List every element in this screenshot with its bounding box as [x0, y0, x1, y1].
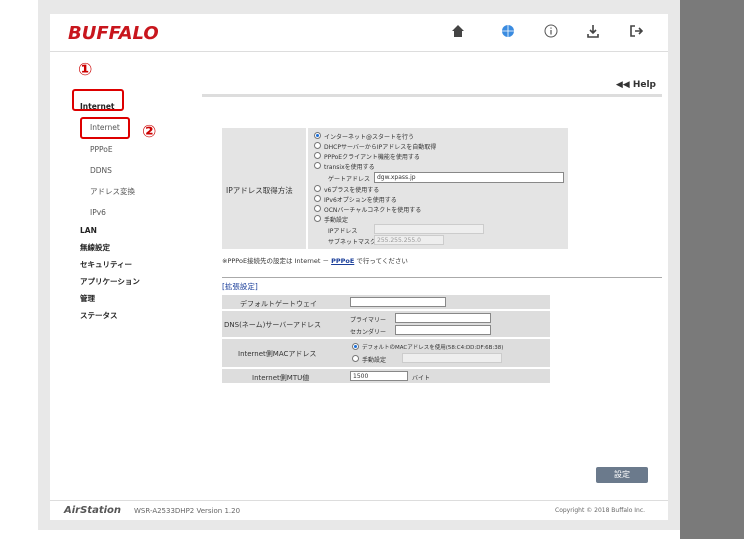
subnet-label: サブネットマスク — [328, 239, 377, 246]
radio-mac-default[interactable] — [352, 343, 359, 350]
main-panel: ① ◀◀ Help Internet ② Internet PPPoE DDNS… — [50, 52, 668, 520]
pppoe-note: ※PPPoE接続先の設定は Internet － PPPoE で行ってください — [222, 257, 408, 265]
buffalo-logo: BUFFALO — [68, 23, 159, 44]
sidebar-item-nat[interactable]: アドレス変換 — [90, 186, 135, 197]
sidebar-item-internet[interactable]: Internet — [90, 123, 120, 132]
sidebar-group-security[interactable]: セキュリティー — [80, 259, 132, 270]
radio-v6plus[interactable] — [314, 185, 321, 192]
mtu-input[interactable]: 1500 — [350, 371, 408, 381]
radio-ocn[interactable] — [314, 205, 321, 212]
radio-mac-manual[interactable] — [352, 355, 359, 362]
radio-pppoe[interactable] — [314, 152, 321, 159]
subnet-select[interactable]: 255.255.255.0 — [374, 235, 444, 245]
right-border — [680, 0, 744, 539]
mtu-label: Internet側MTU値 — [252, 374, 310, 382]
option-label: transixを使用する — [324, 164, 375, 171]
primary-dns-input[interactable] — [395, 313, 491, 323]
logout-icon[interactable] — [626, 24, 646, 44]
sidebar-item-pppoe[interactable]: PPPoE — [90, 145, 113, 154]
dns-label: DNS(ネーム)サーバーアドレス — [224, 321, 321, 329]
sidebar-group-wireless[interactable]: 無線設定 — [80, 242, 110, 253]
ip-address-label: IPアドレス — [328, 228, 358, 235]
copyright: Copyright © 2018 Buffalo Inc. — [555, 507, 646, 514]
mac-manual-input[interactable] — [402, 353, 502, 363]
option-label: インターネット@スタートを行う — [324, 134, 415, 141]
radio-transix[interactable] — [314, 162, 321, 169]
left-border — [0, 0, 38, 539]
secondary-dns-input[interactable] — [395, 325, 491, 335]
option-label: DHCPサーバーからIPアドレスを自動取得 — [324, 144, 437, 151]
download-icon[interactable] — [583, 24, 603, 44]
radio-dhcp[interactable] — [314, 142, 321, 149]
model-version: WSR-A2533DHP2 Version 1.20 — [134, 507, 241, 515]
option-label: PPPoEクライアント機能を使用する — [324, 154, 420, 161]
default-gateway-input[interactable] — [350, 297, 446, 307]
secondary-label: セカンダリー — [350, 329, 387, 336]
mac-default-label: デフォルトのMACアドレスを使用(58:C4:DD:DF:6B:38) — [362, 345, 504, 351]
info-icon[interactable] — [541, 24, 561, 44]
home-icon[interactable] — [448, 24, 468, 44]
marker-two: ② — [142, 122, 157, 142]
extended-settings-title: [拡張設定] — [222, 282, 258, 291]
sidebar-group-admin[interactable]: 管理 — [80, 293, 95, 304]
mac-manual-label: 手動設定 — [362, 357, 387, 364]
sidebar-item-ddns[interactable]: DDNS — [90, 166, 112, 175]
divider — [222, 277, 662, 278]
sidebar-item-ipv6[interactable]: IPv6 — [90, 208, 106, 217]
airstation-logo: AirStation — [64, 505, 122, 516]
content-area: IPアドレス取得方法 インターネット@スタートを行う DHCPサーバーからIPア… — [202, 94, 662, 504]
default-gateway-label: デフォルトゲートウェイ — [240, 300, 317, 308]
save-button[interactable]: 設定 — [596, 467, 648, 483]
radio-internet-start[interactable] — [314, 132, 321, 139]
footer: AirStation WSR-A2533DHP2 Version 1.20 Co… — [50, 500, 668, 520]
globe-icon[interactable] — [498, 24, 518, 44]
primary-label: プライマリー — [350, 317, 387, 324]
mac-label: Internet側MACアドレス — [238, 350, 317, 358]
top-header: BUFFALO — [50, 14, 668, 52]
gateway-input[interactable]: dgw.xpass.jp — [374, 172, 564, 183]
pppoe-link[interactable]: PPPoE — [331, 257, 354, 265]
mtu-unit: バイト — [412, 375, 431, 382]
help-link[interactable]: ◀◀ Help — [616, 80, 656, 90]
gateway-label: ゲートアドレス — [328, 176, 371, 183]
option-label: OCNバーチャルコネクトを使用する — [324, 207, 422, 214]
ip-method-label: IPアドレス取得方法 — [226, 186, 293, 195]
option-label: 手動設定 — [324, 217, 349, 224]
marker-one: ① — [78, 60, 93, 80]
ip-address-input[interactable] — [374, 224, 484, 234]
radio-ipv6-option[interactable] — [314, 195, 321, 202]
radio-manual[interactable] — [314, 215, 321, 222]
sidebar-group-lan[interactable]: LAN — [80, 226, 97, 235]
option-label: IPv6オプションを使用する — [324, 197, 397, 204]
sidebar-group-internet[interactable]: Internet — [80, 102, 115, 111]
sidebar-group-status[interactable]: ステータス — [80, 310, 118, 321]
sidebar-group-application[interactable]: アプリケーション — [80, 276, 140, 287]
option-label: v6プラスを使用する — [324, 187, 380, 194]
